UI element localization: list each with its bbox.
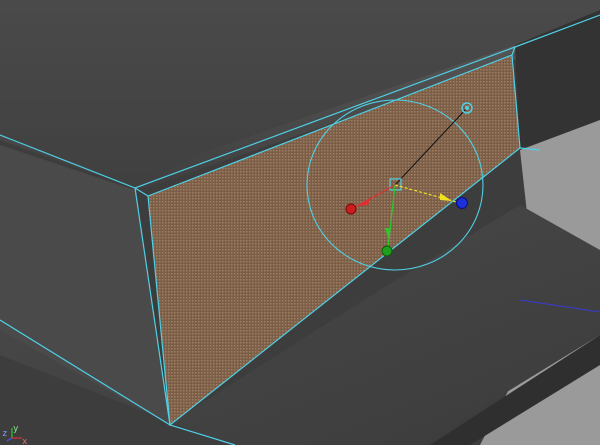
- y-axis-handle[interactable]: [381, 245, 393, 257]
- axis-label-y: y: [13, 424, 19, 434]
- axis-label-z: z: [2, 429, 7, 439]
- axis-label-x: x: [22, 437, 28, 445]
- z-axis-handle[interactable]: [456, 197, 468, 209]
- 3d-viewport[interactable]: z y x: [0, 0, 600, 445]
- x-axis-handle[interactable]: [345, 203, 357, 215]
